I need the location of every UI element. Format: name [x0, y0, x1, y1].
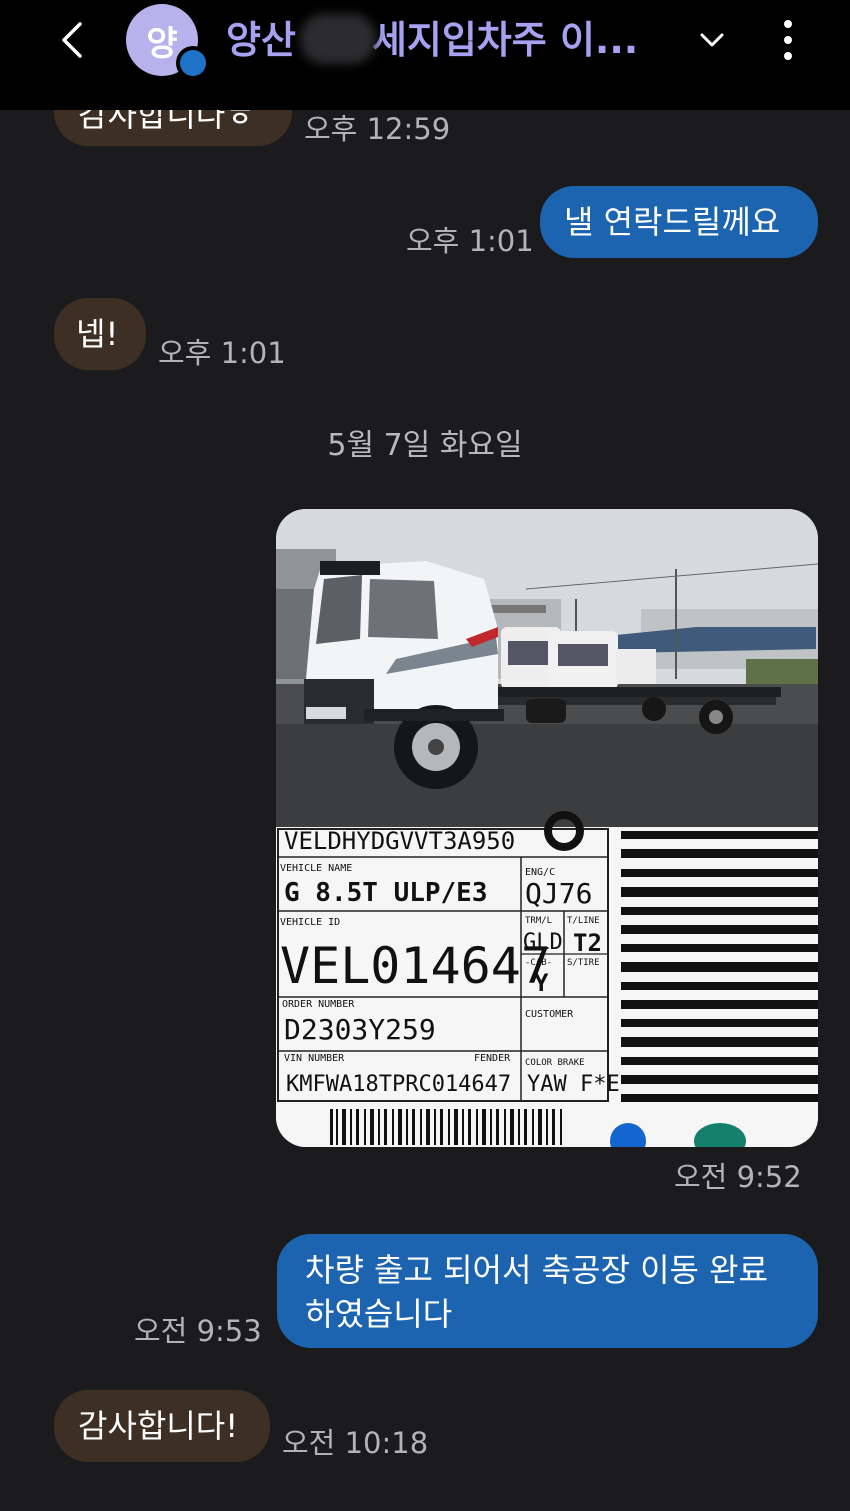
more-options-button[interactable]	[768, 14, 808, 66]
label-field: VEHICLE ID	[280, 917, 340, 928]
message-text: 넵!	[76, 315, 119, 353]
label-field: T/LINE	[567, 916, 600, 926]
label-field: COLOR BRAKE	[525, 1058, 585, 1068]
label-field: -CAB-	[525, 958, 552, 968]
label-order: D2303Y259	[284, 1013, 436, 1046]
label-field: FENDER	[474, 1053, 511, 1064]
message-time: 오후 1:01	[406, 224, 534, 258]
date-separator: 5월 7일 화요일	[327, 428, 523, 463]
barcode-right	[621, 831, 818, 1102]
photo-message[interactable]: VELDHYDGVVT3A950 VEHICLE NAME G 8.5T ULP…	[276, 509, 818, 1147]
chat-header: 양 양산 세지입차주 이...	[0, 0, 850, 110]
incoming-message[interactable]: 감사합니다!	[54, 1390, 270, 1462]
outgoing-message[interactable]: 낼 연락드릴께요	[540, 186, 818, 258]
label-field: CUSTOMER	[525, 1009, 574, 1020]
message-time: 오전 10:18	[282, 1426, 429, 1460]
message-text-line: 하였습니다	[305, 1295, 453, 1333]
label-vin: KMFWA18TPRC014647	[286, 1072, 511, 1097]
message-time: 오전 9:52	[674, 1160, 802, 1194]
message-time: 오전 9:53	[134, 1314, 262, 1348]
message-text: 낼 연락드릴께요	[564, 203, 781, 241]
message-time: 오후 12:59	[304, 112, 451, 146]
label-field: S/TIRE	[567, 958, 600, 968]
back-button[interactable]	[52, 18, 96, 62]
expand-button[interactable]	[692, 20, 732, 60]
label-trm: GLD	[523, 930, 563, 955]
incoming-message[interactable]: 넵!	[54, 298, 146, 370]
label-field: TRM/L	[525, 916, 552, 926]
label-top-code: VELDHYDGVVT3A950	[284, 827, 515, 855]
label-field: ORDER NUMBER	[282, 999, 355, 1010]
chevron-left-icon	[62, 22, 82, 58]
truck-photo: VELDHYDGVVT3A950 VEHICLE NAME G 8.5T ULP…	[276, 509, 818, 1147]
label-tline: T2	[573, 929, 602, 957]
message-time: 오후 1:01	[158, 336, 286, 370]
label-eng: QJ76	[525, 877, 592, 910]
label-field: VIN NUMBER	[284, 1053, 345, 1064]
label-color: YAW F*E	[527, 1072, 620, 1097]
redaction-blur	[300, 14, 376, 64]
label-field: VEHICLE NAME	[280, 863, 352, 874]
outgoing-message[interactable]: 차량 출고 되어서 축공장 이동 완료 하였습니다	[277, 1234, 818, 1348]
chevron-down-icon	[700, 33, 724, 47]
message-text-line: 차량 출고 되어서 축공장 이동 완료	[305, 1251, 769, 1289]
label-vehicle-id: VEL014647	[280, 937, 551, 995]
chat-badge-icon	[176, 46, 210, 80]
label-vehicle-name: G 8.5T ULP/E3	[284, 878, 488, 908]
label-cab: Y	[534, 969, 549, 997]
chat-title[interactable]: 양산 세지입차주 이...	[226, 10, 666, 70]
message-text: 감사합니다!	[78, 1407, 239, 1445]
more-vertical-icon	[784, 20, 792, 60]
avatar-letter: 양	[146, 23, 178, 64]
